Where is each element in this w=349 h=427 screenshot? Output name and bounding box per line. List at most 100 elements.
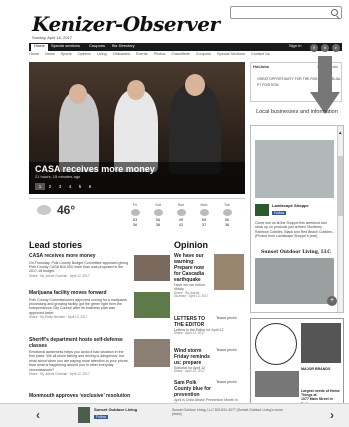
business-photo	[255, 258, 334, 304]
twitter-icon[interactable]: t	[321, 44, 329, 52]
search-icon[interactable]	[331, 9, 338, 16]
list-item[interactable]: Marijuana facility moves forward Polk Co…	[29, 290, 129, 320]
person-figure	[59, 92, 99, 172]
scrollbar[interactable]: ▴	[337, 126, 343, 312]
nav-home[interactable]: Home	[31, 43, 48, 51]
tease-photo: Tease photo	[216, 316, 237, 320]
forecast-day: Fri 53 36	[125, 203, 145, 228]
opinion-headline[interactable]: LETTERS TO THE EDITOR	[174, 316, 212, 328]
list-item[interactable]: LETTERS TO THE EDITOR Tease photo Letter…	[174, 316, 244, 336]
main-nav: Home Special sections Coupons Biz Direct…	[29, 43, 342, 52]
subnav-opinion[interactable]: Opinion	[78, 52, 91, 56]
forecast-day: Sun 49 42	[176, 203, 186, 228]
story-meta: Share · By Jolene Guzman · April 12, 201…	[29, 372, 90, 377]
person-face	[185, 74, 205, 96]
share-icon[interactable]: +	[327, 296, 337, 306]
list-item[interactable]: Wind storm Friday reminds us: prepare Te…	[174, 348, 244, 374]
cloud-icon	[37, 205, 51, 215]
scroll-up-icon: ▴	[339, 130, 342, 136]
shop-logo	[255, 204, 269, 216]
shop-name[interactable]: Landscape Shoppe	[272, 203, 309, 209]
opinion-thumbnail[interactable]	[214, 254, 244, 290]
business-name[interactable]: Sunset Outdoor Living, LLC	[261, 250, 333, 255]
follow-button[interactable]: Follow	[272, 211, 287, 216]
shop-post: Come see us at the Shoppe this weekend a…	[255, 221, 335, 239]
slide-5[interactable]: 5	[75, 183, 85, 190]
opinion-headline[interactable]: Sam Polk County blue for prevention	[174, 380, 212, 398]
story-meta: Share · By Jolene Guzman · April 12, 201…	[29, 273, 90, 278]
weather-widget[interactable]: 46° Fri 53 36 Sat 56 36 Sun 49 42 Mon 55 37 Tue 5…	[29, 198, 245, 236]
subnav-special-sections[interactable]: Special Sections	[217, 52, 245, 56]
subnav-home[interactable]: Home	[29, 52, 39, 56]
list-item[interactable]: Monmouth approves ‘exclusive’ resolution	[29, 393, 169, 400]
local-businesses-heading: Local businesses and information	[256, 109, 338, 115]
subnav-sports[interactable]: Sports	[61, 52, 72, 56]
sign-in-link[interactable]: Sign In	[289, 43, 301, 49]
ad-brands: MAJOR BRANDS	[301, 367, 331, 371]
story-headline[interactable]: Marijuana facility moves forward	[29, 290, 129, 297]
facebook-icon[interactable]: f	[310, 44, 318, 52]
advertisement[interactable]: MAJOR BRANDS Largest needs of Home Thing…	[250, 318, 344, 406]
slide-1[interactable]: 1	[35, 183, 45, 190]
bottom-post-text: Sunset Outdoor Living, LLC 503-831-4077 …	[172, 408, 283, 417]
hero-slideshow[interactable]: CASA receives more money 21 hours, 15 mi…	[29, 62, 245, 194]
tease-photo: Tease photo	[216, 380, 237, 384]
nav-biz-directory[interactable]: Biz Directory	[112, 43, 135, 49]
subnav-obituaries[interactable]: Obituaries	[113, 52, 130, 56]
opinion-meta: Share · By Jolene Guzman · April 12, 201…	[174, 290, 209, 299]
lead-stories-title: Lead stories	[29, 240, 83, 250]
nav-coupons[interactable]: Coupons	[89, 43, 105, 49]
subnav-coupons[interactable]: Coupons	[196, 52, 211, 56]
ad-seal	[255, 323, 297, 365]
forecast-day: Mon 55 37	[199, 203, 209, 228]
list-item[interactable]: We have our warning: Prepare now for Cas…	[174, 253, 212, 299]
opinion-headline[interactable]: We have our warning: Prepare now for Cas…	[174, 253, 212, 283]
subnav-news[interactable]: News	[45, 52, 55, 56]
ad-photo	[301, 323, 341, 363]
story-summary: Polk County Commissioners approved zonin…	[29, 297, 127, 315]
story-thumbnail[interactable]	[134, 339, 170, 367]
bottom-feed-bar[interactable]: ‹ Sunset Outdoor Living Follow Sunset Ou…	[0, 403, 349, 427]
nav-special-sections[interactable]: Special sections	[51, 43, 80, 49]
slide-3[interactable]: 3	[55, 183, 65, 190]
weather-icon	[199, 209, 209, 217]
hero-timestamp: 21 hours, 15 minutes ago	[35, 174, 81, 179]
scroll-thumb	[338, 156, 343, 216]
story-thumbnail[interactable]	[134, 292, 170, 318]
date: Sunday, April 16, 2017	[32, 35, 72, 40]
story-summary: On Thursday, Polk County Budget Committe…	[29, 260, 128, 274]
slide-4[interactable]: 4	[65, 183, 75, 190]
chevron-right-icon[interactable]: ›	[330, 408, 334, 422]
arrow-icon	[310, 56, 340, 114]
chevron-left-icon[interactable]: ‹	[36, 408, 40, 422]
story-meta: Share · By Emily Mentzer · April 12, 201…	[29, 315, 88, 320]
slide-6[interactable]: 6	[85, 183, 95, 190]
rss-icon[interactable]: r	[332, 44, 340, 52]
subnav-contact[interactable]: Contact Us	[251, 52, 270, 56]
story-thumbnail[interactable]	[134, 255, 170, 281]
list-item[interactable]: CASA receives more money On Thursday, Po…	[29, 253, 129, 279]
person-figure	[114, 90, 158, 172]
subnav-photos[interactable]: Photos	[154, 52, 166, 56]
weather-icon	[222, 209, 232, 217]
sub-nav: Home News Sports Opinion Living Obituaries Eve…	[29, 52, 342, 58]
opinion-title: Opinion	[174, 240, 208, 250]
story-headline[interactable]: CASA receives more money	[29, 253, 129, 260]
bottom-business-name[interactable]: Sunset Outdoor Living	[94, 407, 137, 413]
subnav-classifieds[interactable]: Classifieds	[171, 52, 189, 56]
slide-pager: 123456	[35, 183, 95, 190]
slide-2[interactable]: 2	[45, 183, 55, 190]
follow-button[interactable]: Follow	[94, 415, 109, 420]
forecast-day: Sat 56 36	[153, 203, 163, 228]
list-item[interactable]: Sheriff’s department hosts self-defense …	[29, 337, 129, 377]
story-summary: Emotional awareness helps you avoid a ba…	[29, 350, 128, 372]
job-item[interactable]: PT POSITION	[257, 83, 278, 87]
story-headline[interactable]: Monmouth approves ‘exclusive’ resolution	[29, 393, 169, 400]
subnav-living[interactable]: Living	[97, 52, 107, 56]
story-headline[interactable]: Sheriff’s department hosts self-defense …	[29, 337, 129, 349]
business-thumbnail	[78, 407, 90, 423]
subnav-events[interactable]: Events	[136, 52, 148, 56]
opinion-headline[interactable]: Wind storm Friday reminds us: prepare	[174, 348, 212, 366]
search-input[interactable]	[230, 6, 342, 19]
local-business-feed[interactable]: Landscape Shoppe Follow Come see us at t…	[250, 125, 344, 313]
